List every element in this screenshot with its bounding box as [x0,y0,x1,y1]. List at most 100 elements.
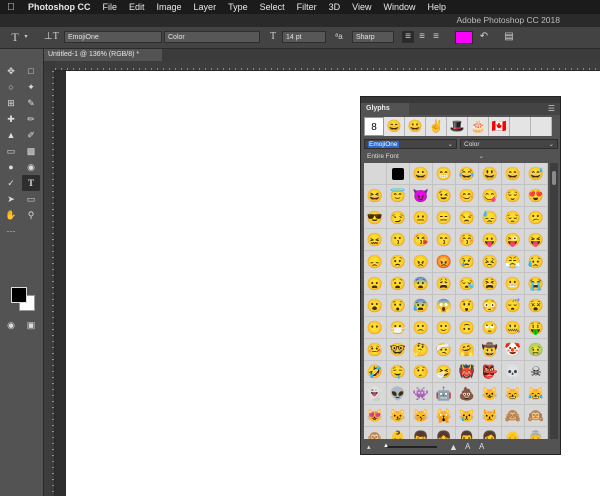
glyph-cell[interactable]: 😢 [456,251,479,273]
move-tool-icon[interactable]: ✥ [2,63,20,79]
glyph-cell[interactable]: 😮 [364,295,387,317]
glyph-cell[interactable]: 😰 [410,295,433,317]
glyph-cell[interactable]: 😸 [502,383,525,405]
zoom-tool-icon[interactable]: ⚲ [22,207,40,223]
shape-tool-icon[interactable]: ▭ [22,191,40,207]
glyph-cell[interactable]: 😾 [479,405,502,427]
glyph-cell[interactable]: 😛 [479,229,502,251]
history-brush-icon[interactable]: ✐ [22,127,40,143]
glyph-cell[interactable]: 🤤 [387,361,410,383]
glyph-font-field[interactable]: EmojiOne ⌄ [364,139,457,149]
glyph-cell[interactable]: 🤕 [433,339,456,361]
glyph-style-field[interactable]: Color ⌄ [460,139,558,149]
glyph-cell[interactable]: 😉 [433,185,456,207]
glyph-cell[interactable]: 🙈 [502,405,525,427]
text-color-swatch[interactable] [455,31,473,44]
glyph-cell[interactable]: 😲 [456,295,479,317]
glyph-cell[interactable]: 😚 [456,229,479,251]
glyph-cell[interactable]: 😋 [479,185,502,207]
character-panel-icon[interactable]: ▤ [503,31,515,43]
menu-file[interactable]: File [97,2,124,12]
glyph-cell[interactable]: 😞 [364,251,387,273]
brush-tool-icon[interactable]: ✏ [22,111,40,127]
menu-select[interactable]: Select [254,2,291,12]
glyph-cell[interactable]: 😪 [456,273,479,295]
glyph-cell[interactable]: 😻 [364,405,387,427]
foreground-color-swatch[interactable] [11,287,27,303]
quick-select-tool-icon[interactable]: ✦ [22,79,40,95]
font-style-field[interactable]: Color [164,31,260,43]
menu-3d[interactable]: 3D [323,2,347,12]
glyph-cell[interactable]: 😒 [456,207,479,229]
glyph-cell[interactable]: 👦 [410,427,433,439]
menu-layer[interactable]: Layer [188,2,223,12]
marquee-tool-icon[interactable]: □ [22,63,40,79]
glyph-cell[interactable]: 😔 [502,207,525,229]
glyph-cell[interactable]: 🙃 [456,317,479,339]
crop-tool-icon[interactable]: ⊞ [2,95,20,111]
align-left-icon[interactable]: ≡ [402,31,414,43]
path-select-tool-icon[interactable]: ➤ [2,191,20,207]
glyph-cell[interactable]: 😌 [502,185,525,207]
pen-tool-icon[interactable]: ✓ [2,175,20,191]
recent-glyph-empty[interactable] [531,117,552,136]
glyph-cell[interactable]: 🤡 [502,339,525,361]
glyph-cell[interactable]: 🙊 [364,427,387,439]
glyph-cell[interactable]: 👻 [364,383,387,405]
glyph-cell[interactable]: 😣 [479,251,502,273]
glyph-cell[interactable]: 😿 [456,405,479,427]
glyph-cell[interactable]: 😩 [433,273,456,295]
mountain-small-icon[interactable]: ▴ [367,443,371,451]
glyph-cell[interactable]: 😑 [433,207,456,229]
glyph-cell[interactable]: 🤧 [433,361,456,383]
glyph-cell[interactable]: 😕 [525,207,548,229]
glyph-cell[interactable]: 😈 [410,185,433,207]
glyph-size-slider[interactable] [387,446,437,448]
menu-window[interactable]: Window [377,2,421,12]
recent-glyph[interactable]: 😄 [384,117,405,136]
glyph-cell[interactable]: 😁 [433,163,456,185]
glyph-filter-field[interactable]: Entire Font ⌄ [364,152,489,162]
glyph-cell[interactable]: 😅 [525,163,548,185]
vertical-ruler[interactable] [44,71,55,496]
glyph-cell[interactable]: 😆 [364,185,387,207]
glyph-cell[interactable]: 🙂 [433,317,456,339]
slider-knob-icon[interactable]: ▲ [383,443,389,449]
glyph-cell[interactable]: 👴 [502,427,525,439]
glyph-cell[interactable] [364,163,387,185]
eraser-tool-icon[interactable]: ▭ [2,143,20,159]
quick-mask-icon[interactable]: ◉ [4,317,18,333]
type-tool-preset-icon[interactable]: T [8,31,22,43]
glyph-cell[interactable]: 👵 [525,427,548,439]
glyph-cell[interactable]: 😡 [433,251,456,273]
align-center-icon[interactable]: ≡ [416,31,428,43]
glyph-cell[interactable]: 😍 [525,185,548,207]
glyph-cell[interactable]: 👩 [479,427,502,439]
glyph-cell[interactable]: 😫 [479,273,502,295]
mountain-large-icon[interactable]: ▲ [449,442,458,452]
glyph-cell[interactable]: 😝 [525,229,548,251]
glyph-cell[interactable]: 🙀 [433,405,456,427]
horizontal-ruler[interactable] [55,61,600,71]
glyph-cell[interactable]: 😥 [525,251,548,273]
glyph-cell[interactable]: 💩 [456,383,479,405]
glyph-cell[interactable]: 🤐 [502,317,525,339]
warp-text-icon[interactable]: ↶ [478,31,490,43]
glyph-cell[interactable]: 👨 [456,427,479,439]
font-size-field[interactable]: 14 pt [282,31,326,43]
panel-menu-icon[interactable]: ☰ [548,103,555,115]
recent-glyph[interactable]: 🇨🇦 [489,117,510,136]
glyph-cell[interactable]: 🤣 [364,361,387,383]
font-family-field[interactable]: EmojiOne [64,31,162,43]
glyph-cell[interactable]: 😘 [410,229,433,251]
glyph-cell[interactable]: 👽 [387,383,410,405]
menu-image[interactable]: Image [151,2,188,12]
glyph-cell[interactable]: 😗 [387,229,410,251]
glyph-cell[interactable]: 😶 [364,317,387,339]
glyph-cell[interactable]: 🤔 [410,339,433,361]
glyph-cell[interactable]: 😼 [387,405,410,427]
glyph-cell[interactable]: ☠ [525,361,548,383]
glyph-cell[interactable]: 😽 [410,405,433,427]
text-orientation-icon[interactable]: ⊥T [44,31,59,43]
glyph-cell[interactable]: 😵 [525,295,548,317]
